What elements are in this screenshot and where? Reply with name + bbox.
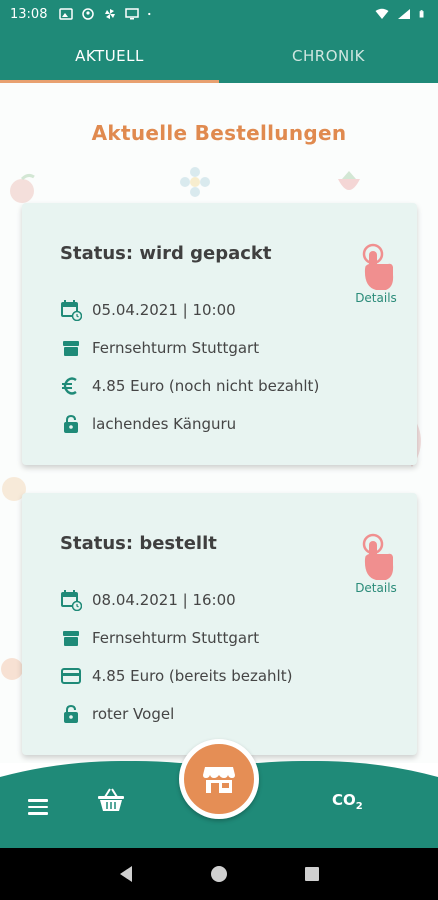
order-location: Fernsehturm Stuttgart [92, 339, 260, 357]
status-time: 13:08 [10, 6, 48, 22]
bottom-navigation: CO2 [0, 739, 438, 848]
order-code-row: lachendes Känguru [60, 405, 319, 443]
dot-icon [148, 12, 151, 16]
co2-label: CO [332, 791, 356, 809]
content-area: Aktuelle Bestellungen Status: wird gepac… [0, 83, 438, 763]
store-icon [63, 631, 79, 646]
account-icon [82, 8, 95, 20]
basket-icon[interactable] [96, 787, 126, 813]
decorative-flower-icon [180, 167, 210, 197]
order-price-row: 4.85 Euro (bereits bezahlt) [60, 657, 292, 695]
tab-chronik[interactable]: CHRONIK [219, 28, 438, 83]
calendar-clock-icon [61, 590, 82, 611]
tap-hand-icon [362, 533, 394, 580]
order-price: 4.85 Euro (bereits bezahlt) [92, 667, 293, 685]
co2-sub: 2 [355, 801, 363, 812]
decorative-fruit-icon [10, 173, 35, 203]
order-location: Fernsehturm Stuttgart [92, 629, 260, 647]
tab-bar: AKTUELL CHRONIK [0, 28, 438, 83]
shop-icon [203, 767, 235, 793]
tab-aktuell[interactable]: AKTUELL [0, 28, 219, 83]
recents-icon[interactable] [304, 866, 320, 882]
tap-hand-icon [362, 243, 394, 290]
order-status: Status: bestellt [60, 533, 217, 554]
store-icon [63, 341, 79, 356]
order-card[interactable]: Status: bestellt Details 08.04.2021 | 16… [22, 493, 417, 755]
wifi-icon [375, 8, 389, 19]
euro-icon [62, 377, 77, 395]
details-label: Details [355, 291, 397, 305]
lock-icon [64, 414, 78, 433]
system-navigation-bar [0, 848, 438, 900]
order-datetime: 05.04.2021 | 10:00 [92, 301, 236, 319]
shop-button[interactable] [179, 739, 259, 819]
order-datetime-row: 08.04.2021 | 16:00 [60, 581, 292, 619]
back-icon[interactable] [118, 865, 134, 883]
order-code-row: roter Vogel [60, 695, 292, 733]
credit-card-icon [61, 668, 81, 684]
order-location-row: Fernsehturm Stuttgart [60, 619, 292, 657]
order-price-row: 4.85 Euro (noch nicht bezahlt) [60, 367, 319, 405]
battery-icon [419, 10, 424, 18]
decorative-strawberry-icon [338, 171, 360, 190]
order-code: roter Vogel [92, 705, 175, 723]
order-status: Status: wird gepackt [60, 243, 272, 264]
order-price: 4.85 Euro (noch nicht bezahlt) [92, 377, 320, 395]
monitor-icon [125, 8, 140, 20]
signal-icon [398, 9, 410, 19]
order-card[interactable]: Status: wird gepackt Details 05.04.2021 … [22, 203, 417, 465]
menu-button[interactable] [28, 795, 48, 819]
pinwheel-icon [105, 9, 116, 19]
details-label: Details [355, 581, 397, 595]
lock-icon [64, 704, 78, 723]
status-bar: 13:08 [0, 0, 438, 28]
co2-button[interactable]: CO2 [332, 791, 363, 812]
details-button[interactable]: Details [351, 533, 401, 595]
order-datetime: 08.04.2021 | 16:00 [92, 591, 236, 609]
calendar-clock-icon [61, 300, 82, 321]
image-icon [59, 8, 74, 20]
order-location-row: Fernsehturm Stuttgart [60, 329, 319, 367]
home-icon[interactable] [210, 865, 228, 883]
details-button[interactable]: Details [351, 243, 401, 305]
order-code: lachendes Känguru [92, 415, 237, 433]
order-datetime-row: 05.04.2021 | 10:00 [60, 291, 319, 329]
page-title: Aktuelle Bestellungen [91, 121, 347, 145]
